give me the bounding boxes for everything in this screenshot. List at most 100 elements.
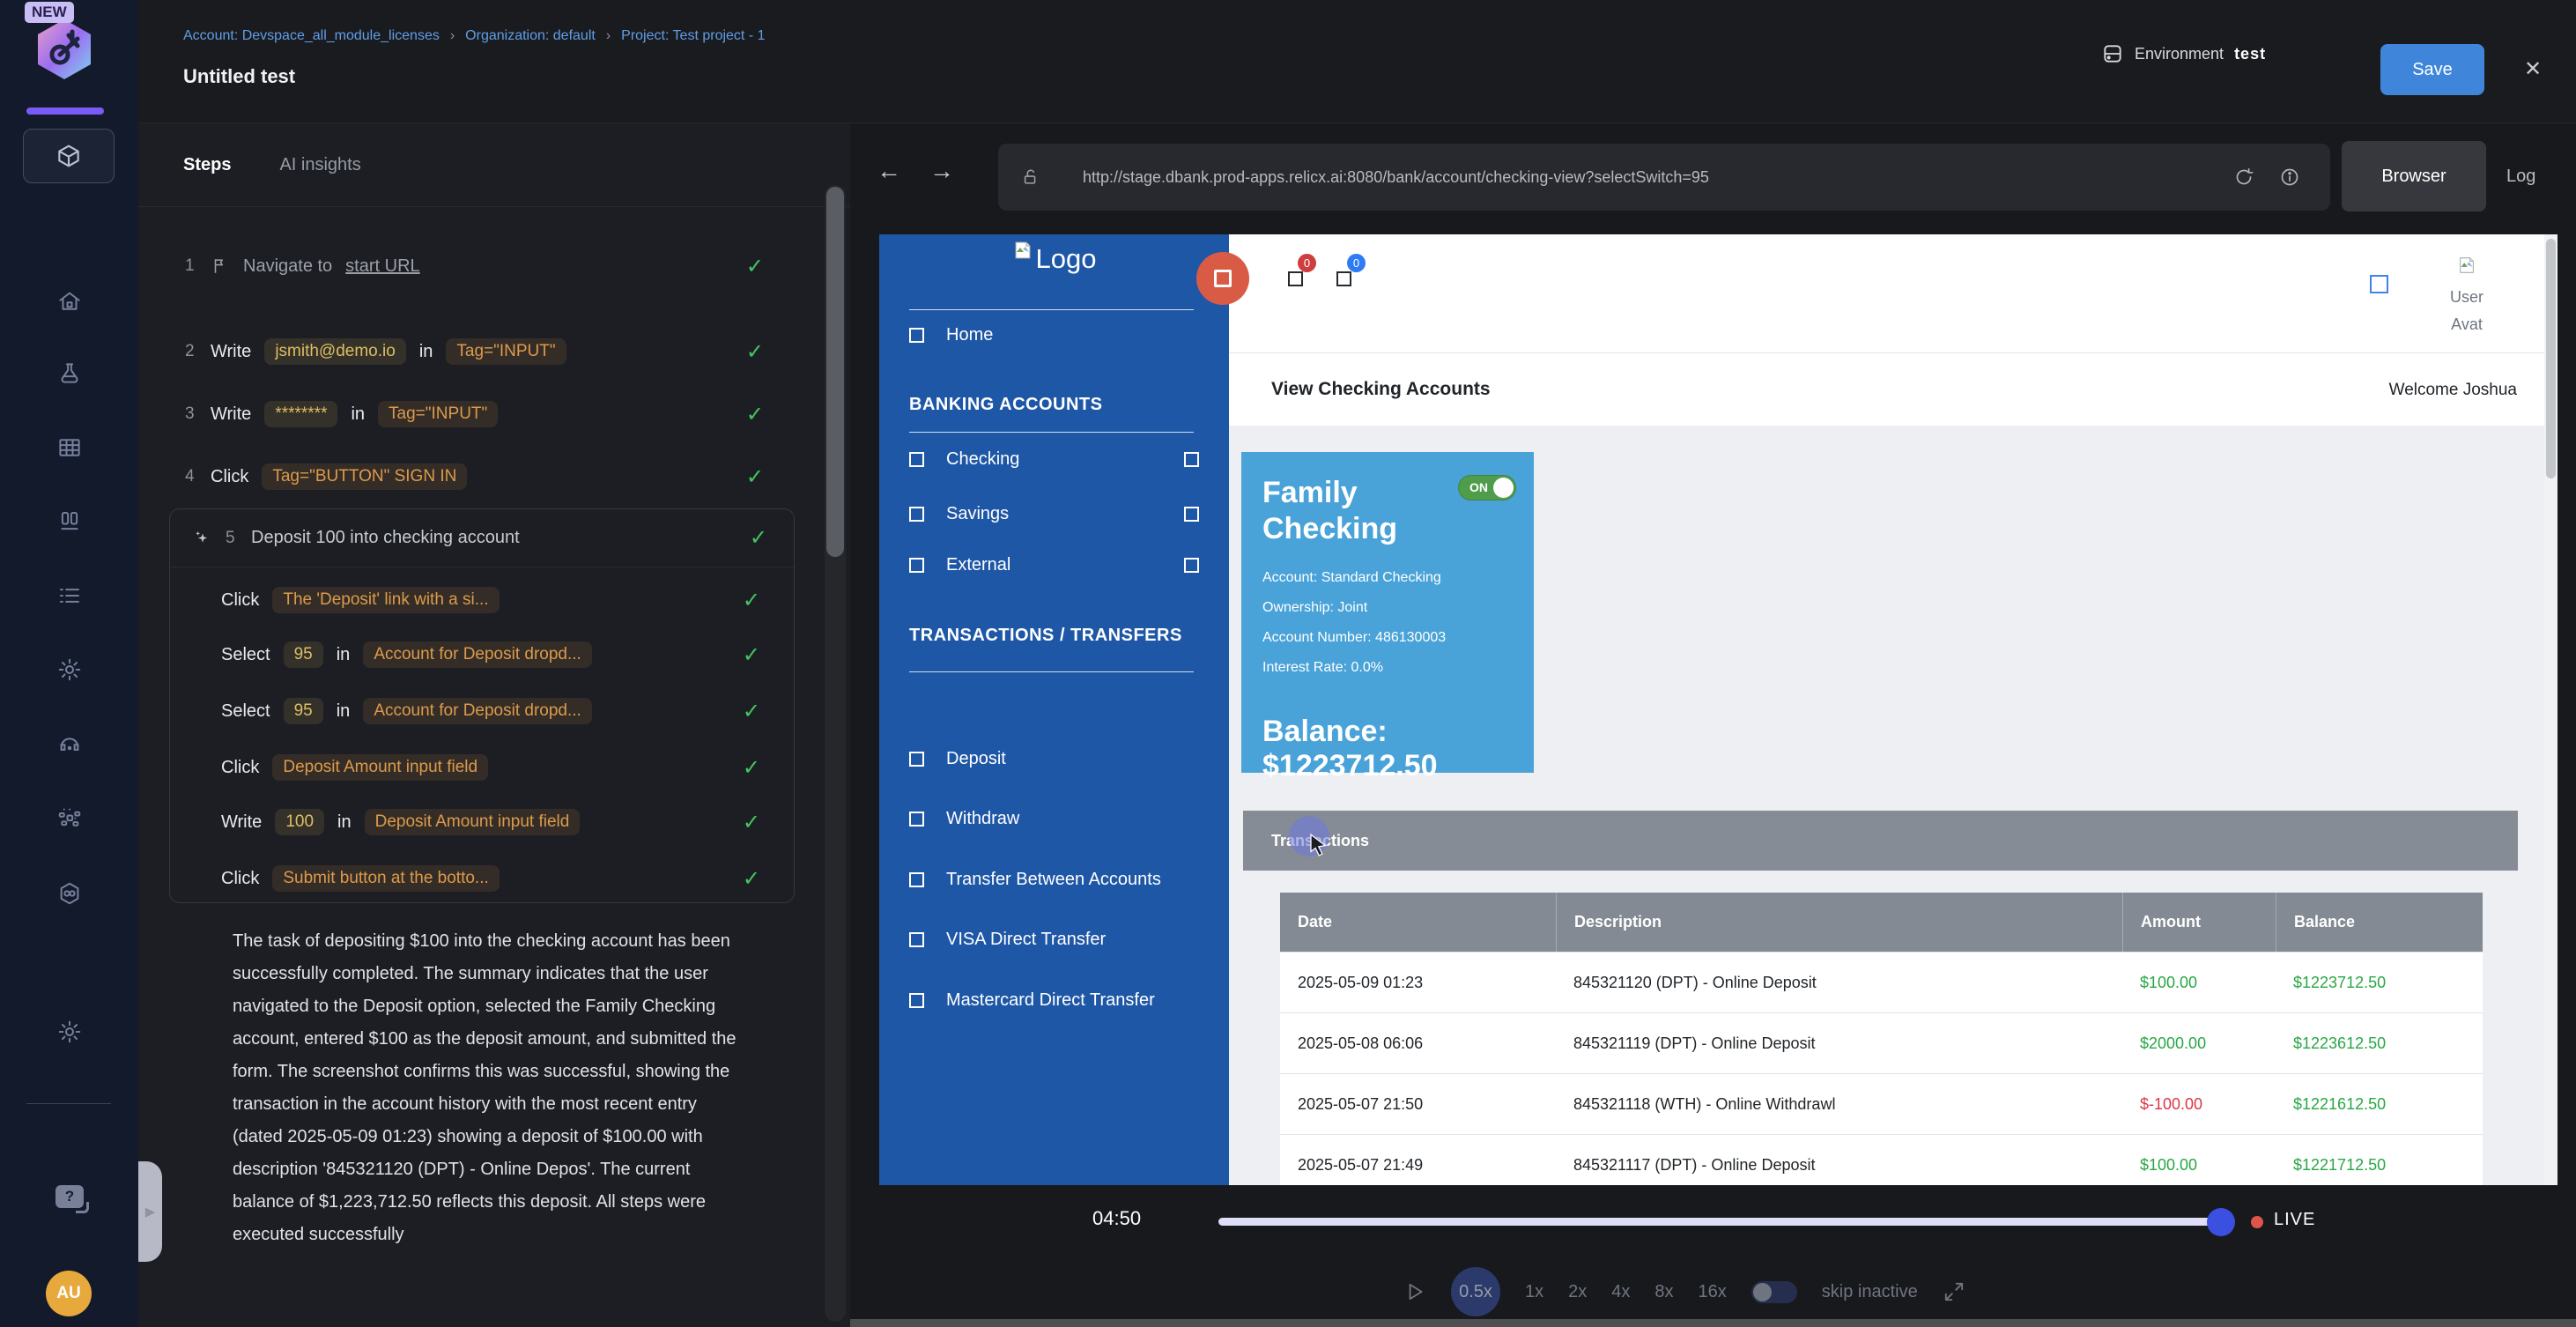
sidebar-item-table[interactable] [56, 434, 84, 462]
playback-progress-thumb[interactable] [2207, 1208, 2235, 1236]
refresh-icon[interactable] [2233, 167, 2254, 188]
placeholder-square-icon [1184, 558, 1199, 573]
check-icon: ✓ [746, 339, 764, 365]
speed-option-16x[interactable]: 16x [1699, 1282, 1727, 1302]
url-bar[interactable]: http://stage.dbank.prod-apps.relicx.ai:8… [998, 144, 2330, 211]
substep-row-1[interactable]: Click The 'Deposit' link with a si... ✓ [221, 581, 760, 619]
breadcrumb-account[interactable]: Account: Devspace_all_module_licenses [183, 28, 440, 44]
step-row-3[interactable]: 3 Write ******** in Tag="INPUT" ✓ [185, 395, 764, 434]
bank-nav-withdraw[interactable]: Withdraw [909, 809, 1199, 829]
step-value-badge[interactable]: jsmith@demo.io [264, 338, 406, 365]
close-button[interactable]: ✕ [2513, 49, 2552, 88]
start-url-link[interactable]: start URL [345, 256, 419, 277]
step-target-badge[interactable]: The 'Deposit' link with a si... [272, 587, 499, 613]
step-row-2[interactable]: 2 Write jsmith@demo.io in Tag="INPUT" ✓ [185, 332, 764, 371]
step-row-1[interactable]: 1 Navigate to start URL ✓ [185, 247, 764, 285]
bank-nav-checking[interactable]: Checking [909, 449, 1199, 470]
bank-nav-visa-transfer[interactable]: VISA Direct Transfer [909, 930, 1199, 950]
record-indicator-button[interactable] [1196, 252, 1249, 305]
play-button[interactable] [1403, 1280, 1426, 1303]
steps-scrollbar-thumb[interactable] [826, 187, 844, 557]
sidebar-item-tests[interactable] [23, 129, 115, 183]
sidebar-item-home[interactable] [56, 287, 84, 315]
sidebar-item-integrations[interactable] [56, 804, 84, 832]
transactions-header-bar[interactable]: Transactions [1243, 811, 2518, 871]
table-row[interactable]: 2025-05-07 21:50 845321118 (WTH) - Onlin… [1280, 1073, 2483, 1134]
navbar-placeholder-icon[interactable] [2370, 275, 2388, 293]
step-target-badge[interactable]: Submit button at the botto... [272, 865, 499, 892]
bank-nav-savings[interactable]: Savings [909, 504, 1199, 524]
bank-nav-mastercard-transfer[interactable]: Mastercard Direct Transfer [909, 990, 1199, 1011]
step-value-badge[interactable]: 95 [284, 641, 323, 668]
account-card-family-checking[interactable]: Family Checking ON Account: Standard Che… [1241, 452, 1534, 773]
breadcrumb-organization[interactable]: Organization: default [465, 28, 596, 44]
breadcrumb-project[interactable]: Project: Test project - 1 [621, 28, 765, 44]
new-badge: NEW [25, 2, 74, 23]
substep-row-3[interactable]: Select 95 in Account for Deposit dropd..… [221, 692, 760, 730]
skip-inactive-label: skip inactive [1822, 1282, 1918, 1302]
bank-nav-deposit[interactable]: Deposit [909, 749, 1199, 769]
step-value-badge[interactable]: 95 [284, 698, 323, 724]
fullscreen-icon[interactable] [1943, 1280, 1965, 1303]
sidebar-item-links[interactable] [56, 879, 84, 908]
back-button[interactable]: ← [870, 152, 908, 190]
bank-nav-home[interactable]: Home [909, 325, 1199, 345]
speed-option-1x[interactable]: 1x [1525, 1282, 1543, 1302]
tab-browser[interactable]: Browser [2342, 141, 2486, 211]
speed-option-4x[interactable]: 4x [1611, 1282, 1630, 1302]
info-icon[interactable] [2279, 167, 2300, 188]
save-button[interactable]: Save [2380, 44, 2484, 95]
table-row[interactable]: 2025-05-07 21:49 845321117 (DPT) - Onlin… [1280, 1134, 2483, 1185]
step-target-badge[interactable]: Account for Deposit dropd... [363, 641, 592, 668]
viewport-scrollbar-thumb[interactable] [2546, 239, 2556, 478]
step-target-badge[interactable]: Account for Deposit dropd... [363, 698, 592, 724]
step-target-badge[interactable]: Tag="INPUT" [446, 338, 566, 365]
step-group-header[interactable]: 5 Deposit 100 into checking account ✓ [170, 509, 794, 567]
table-row[interactable]: 2025-05-09 01:23 845321120 (DPT) - Onlin… [1280, 952, 2483, 1012]
user-avatar-placeholder[interactable]: User Avat [2430, 256, 2504, 338]
messages-placeholder-icon[interactable] [1336, 271, 1351, 286]
placeholder-square-icon [1184, 507, 1199, 522]
panel-expand-handle[interactable]: ▶ [138, 1161, 162, 1262]
speed-option-0.5x[interactable]: 0.5x [1451, 1267, 1500, 1316]
step-target-badge[interactable]: Deposit Amount input field [272, 754, 488, 781]
step-target-badge[interactable]: Tag="INPUT" [378, 401, 498, 427]
bank-nav-external[interactable]: External [909, 555, 1199, 575]
sidebar-item-settings[interactable] [56, 1018, 84, 1046]
speed-option-2x[interactable]: 2x [1568, 1282, 1587, 1302]
interest-rate-line: Interest Rate: 0.0% [1262, 653, 1513, 683]
sidebar-item-lab[interactable] [56, 360, 84, 388]
environment-selector[interactable]: Environment test [2101, 42, 2266, 65]
substep-row-2[interactable]: Select 95 in Account for Deposit dropd..… [221, 635, 760, 674]
sidebar-item-runs[interactable] [56, 582, 84, 610]
sidebar-item-suites[interactable] [56, 508, 84, 536]
substep-row-6[interactable]: Click Submit button at the botto... ✓ [221, 859, 760, 898]
tab-ai-insights[interactable]: AI insights [279, 155, 360, 175]
step-target-badge[interactable]: Tag="BUTTON" SIGN IN [262, 463, 467, 490]
user-avatar[interactable]: AU [46, 1271, 92, 1316]
notifications-placeholder-icon[interactable] [1288, 271, 1303, 286]
account-toggle[interactable]: ON [1458, 475, 1516, 500]
speed-option-8x[interactable]: 8x [1654, 1282, 1673, 1302]
substep-row-4[interactable]: Click Deposit Amount input field ✓ [221, 748, 760, 787]
sidebar-item-support[interactable] [56, 730, 84, 758]
help-chat-button[interactable]: ? [56, 1182, 84, 1211]
step-row-4[interactable]: 4 Click Tag="BUTTON" SIGN IN ✓ [185, 457, 764, 496]
step-value-badge[interactable]: ******** [264, 401, 337, 427]
table-row[interactable]: 2025-05-08 06:06 845321119 (DPT) - Onlin… [1280, 1012, 2483, 1073]
app-logo-icon[interactable] [28, 14, 100, 92]
skip-inactive-toggle[interactable] [1751, 1281, 1797, 1303]
bank-logo[interactable]: Logo [879, 240, 1229, 275]
step-group-5: 5 Deposit 100 into checking account ✓ Cl… [169, 508, 795, 903]
sidebar-item-config[interactable] [56, 656, 84, 684]
bank-nav-transfer[interactable]: Transfer Between Accounts [909, 870, 1199, 890]
url-text[interactable]: http://stage.dbank.prod-apps.relicx.ai:8… [1083, 168, 1709, 187]
tab-steps[interactable]: Steps [183, 155, 231, 175]
step-target-badge[interactable]: Deposit Amount input field [365, 809, 581, 835]
playback-progress-track[interactable] [1218, 1218, 2220, 1226]
tab-log[interactable]: Log [2506, 141, 2535, 211]
step-value-badge[interactable]: 100 [275, 809, 324, 835]
substep-row-5[interactable]: Write 100 in Deposit Amount input field … [221, 803, 760, 841]
live-label[interactable]: LIVE [2274, 1210, 2315, 1230]
forward-button[interactable]: → [922, 152, 961, 190]
